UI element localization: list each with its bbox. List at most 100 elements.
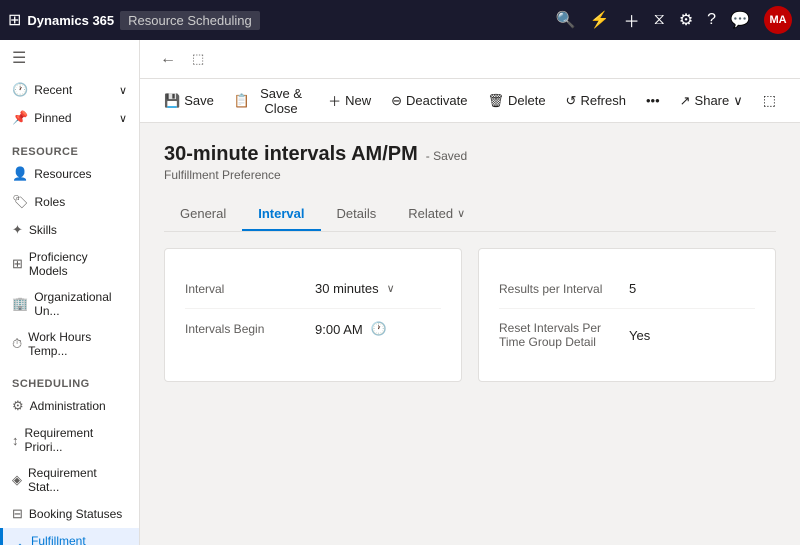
nav-row: ← ⬚	[140, 40, 800, 79]
sidebar-item-skills[interactable]: ✦ Skills	[0, 216, 139, 244]
interval-card: Interval 30 minutes ∨ Intervals Begin 9:…	[164, 248, 462, 382]
tab-details[interactable]: Details	[321, 198, 393, 231]
share-icon: ↗	[680, 93, 691, 109]
filter-icon[interactable]: ⧖	[654, 11, 665, 29]
interval-dropdown-icon[interactable]: ∨	[387, 282, 395, 295]
sidebar: ☰ 🕐 Recent ∨ 📌 Pinned ∨ Resource 👤 Resou…	[0, 40, 140, 545]
sidebar-item-roles[interactable]: 🏷 Roles	[0, 188, 139, 216]
top-bar-right: 🔍 ⚡ ＋ ⧖ ⚙ ? 💬 MA	[556, 6, 792, 34]
share-chevron: ∨	[733, 93, 743, 109]
search-icon[interactable]: 🔍	[556, 10, 576, 30]
workhours-icon: ⏱	[12, 336, 22, 352]
sidebar-item-recent[interactable]: 🕐 Recent ∨	[0, 76, 139, 104]
module-name: Resource Scheduling	[120, 11, 260, 30]
save-close-button[interactable]: 📋 Save & Close	[226, 80, 316, 122]
pinned-icon: 📌	[12, 110, 28, 126]
app-name: Dynamics 365	[27, 13, 114, 28]
tab-interval[interactable]: Interval	[242, 198, 320, 231]
delete-icon: 🗑	[487, 93, 504, 109]
resource-section: 👤 Resources 🏷 Roles ✦ Skills ⊞ Proficien…	[0, 160, 139, 364]
admin-icon: ⚙	[12, 398, 24, 414]
sidebar-item-resources[interactable]: 👤 Resources	[0, 160, 139, 188]
intervals-begin-field-row: Intervals Begin 9:00 AM 🕐	[185, 309, 441, 349]
reset-intervals-value: Yes	[629, 328, 650, 343]
refresh-button[interactable]: ↺ Refresh	[558, 87, 634, 115]
related-chevron-icon: ∨	[457, 207, 465, 220]
save-close-icon: 📋	[234, 93, 250, 109]
more-button[interactable]: •••	[638, 87, 668, 114]
sidebar-item-req-priority[interactable]: ↕ Requirement Priori...	[0, 420, 139, 460]
interval-label: Interval	[185, 282, 315, 296]
saved-badge: - Saved	[426, 149, 467, 163]
reset-intervals-row: Reset Intervals Per Time Group Detail Ye…	[499, 309, 755, 361]
skills-icon: ✦	[12, 222, 23, 238]
refresh-icon: ↺	[566, 93, 577, 109]
tab-related[interactable]: Related ∨	[392, 198, 481, 231]
avatar[interactable]: MA	[764, 6, 792, 34]
expand-button[interactable]: ⬚	[755, 86, 784, 115]
flash-icon[interactable]: ⚡	[590, 10, 610, 30]
sidebar-item-fulfillment[interactable]: ◈ Fulfillment Prefe...	[0, 528, 139, 545]
org-icon: 🏢	[12, 296, 28, 312]
main-layout: ☰ 🕐 Recent ∨ 📌 Pinned ∨ Resource 👤 Resou…	[0, 40, 800, 545]
tabs: General Interval Details Related ∨	[164, 198, 776, 232]
help-icon[interactable]: ?	[707, 11, 716, 29]
fulfillment-icon: ◈	[15, 540, 25, 545]
roles-icon: 🏷	[12, 194, 29, 210]
deactivate-button[interactable]: ⊖ Deactivate	[383, 87, 475, 115]
save-icon: 💾	[164, 93, 180, 109]
settings-icon[interactable]: ⚙	[679, 10, 693, 30]
back-button[interactable]: ←	[156, 48, 180, 70]
sidebar-item-proficiency[interactable]: ⊞ Proficiency Models	[0, 244, 139, 284]
resources-icon: 👤	[12, 166, 28, 182]
cards-row: Interval 30 minutes ∨ Intervals Begin 9:…	[164, 248, 776, 382]
sidebar-toggle[interactable]: ☰	[0, 40, 139, 76]
sidebar-item-booking[interactable]: ⊟ Booking Statuses	[0, 500, 139, 528]
sidebar-item-workhours[interactable]: ⏱ Work Hours Temp...	[0, 324, 139, 364]
sidebar-item-org[interactable]: 🏢 Organizational Un...	[0, 284, 139, 324]
results-per-interval-row: Results per Interval 5	[499, 269, 755, 309]
interval-field-row: Interval 30 minutes ∨	[185, 269, 441, 309]
recent-section: 🕐 Recent ∨ 📌 Pinned ∨	[0, 76, 139, 132]
cmd-right: ↗ Share ∨ ⬚	[672, 86, 784, 115]
clock-icon[interactable]: 🕐	[371, 321, 387, 337]
page-subtitle: Fulfillment Preference	[164, 168, 776, 182]
waffle-icon[interactable]: ⊞	[8, 10, 21, 30]
page-title: 30-minute intervals AM/PM	[164, 143, 418, 166]
sidebar-item-pinned[interactable]: 📌 Pinned ∨	[0, 104, 139, 132]
delete-button[interactable]: 🗑 Delete	[479, 87, 553, 115]
chat-icon[interactable]: 💬	[730, 10, 750, 30]
results-card: Results per Interval 5 Reset Intervals P…	[478, 248, 776, 382]
more-icon: •••	[646, 93, 660, 108]
top-bar: ⊞ Dynamics 365 Resource Scheduling 🔍 ⚡ ＋…	[0, 0, 800, 40]
scheduling-section: ⚙ Administration ↕ Requirement Priori...…	[0, 392, 139, 545]
pinned-chevron: ∨	[119, 112, 127, 125]
recent-icon: 🕐	[12, 82, 28, 98]
interval-value: 30 minutes ∨	[315, 281, 395, 296]
scheduling-group-label: Scheduling	[0, 368, 139, 392]
req-priority-icon: ↕	[12, 433, 19, 448]
page-title-row: 30-minute intervals AM/PM - Saved	[164, 143, 776, 166]
intervals-begin-label: Intervals Begin	[185, 322, 315, 336]
sidebar-item-admin[interactable]: ⚙ Administration	[0, 392, 139, 420]
results-per-interval-label: Results per Interval	[499, 282, 629, 296]
page-content: 30-minute intervals AM/PM - Saved Fulfil…	[140, 123, 800, 545]
new-button[interactable]: ＋ New	[320, 85, 379, 116]
recent-chevron: ∨	[119, 84, 127, 97]
req-status-icon: ◈	[12, 472, 22, 488]
forward-button[interactable]: ⬚	[188, 49, 208, 69]
resource-group-label: Resource	[0, 136, 139, 160]
save-button[interactable]: 💾 Save	[156, 87, 222, 115]
sidebar-item-req-status[interactable]: ◈ Requirement Stat...	[0, 460, 139, 500]
top-bar-left: ⊞ Dynamics 365 Resource Scheduling	[8, 10, 260, 30]
new-icon: ＋	[328, 91, 341, 110]
booking-icon: ⊟	[12, 506, 23, 522]
reset-intervals-label: Reset Intervals Per Time Group Detail	[499, 321, 629, 349]
command-bar: 💾 Save 📋 Save & Close ＋ New ⊖ Deactivate…	[140, 79, 800, 123]
add-icon[interactable]: ＋	[624, 8, 640, 32]
content-area: ← ⬚ 💾 Save 📋 Save & Close ＋ New ⊖ Deacti…	[140, 40, 800, 545]
deactivate-icon: ⊖	[391, 93, 402, 109]
tab-general[interactable]: General	[164, 198, 242, 231]
results-per-interval-value: 5	[629, 281, 636, 296]
share-button[interactable]: ↗ Share ∨	[672, 87, 751, 115]
